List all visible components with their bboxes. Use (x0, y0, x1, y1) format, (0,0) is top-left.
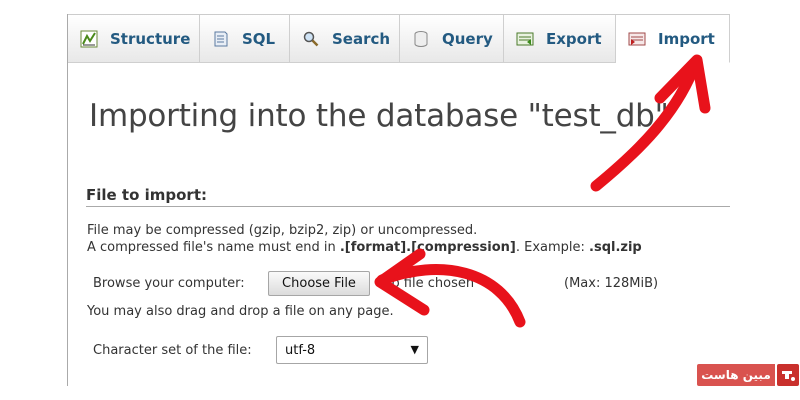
filename-note-mid: . Example: (515, 240, 590, 255)
tab-structure[interactable]: Structure (68, 15, 200, 63)
filename-note: A compressed file's name must end in .[f… (87, 240, 642, 255)
charset-select[interactable]: utf-8 ▼ (276, 336, 428, 364)
max-upload-size: (Max: 128MiB) (564, 276, 659, 291)
tab-export-label: Export (546, 29, 602, 48)
tab-query-label: Query (442, 29, 493, 48)
filename-note-prefix: A compressed file's name must end in (87, 240, 340, 255)
tab-bar: Structure SQL Search Query Export Import (68, 14, 730, 63)
watermark-text: مبین هاست (697, 364, 775, 386)
browse-label: Browse your computer: (93, 276, 245, 291)
tab-search[interactable]: Search (290, 15, 400, 63)
export-icon (516, 30, 534, 48)
choose-file-button[interactable]: Choose File (268, 271, 370, 296)
section-divider (86, 206, 730, 207)
search-icon (302, 30, 320, 48)
section-title: File to import: (86, 186, 208, 204)
watermark-logo-icon (777, 364, 799, 386)
filename-format-pattern: .[format].[compression] (339, 240, 516, 255)
sql-icon (212, 30, 230, 48)
tab-import[interactable]: Import (616, 15, 730, 63)
chevron-down-icon: ▼ (410, 343, 419, 356)
no-file-chosen-text: No file chosen (382, 276, 475, 291)
page-title: Importing into the database "test_db" (89, 98, 669, 134)
tab-search-label: Search (332, 29, 391, 48)
filename-example: .sql.zip (589, 240, 642, 255)
structure-icon (80, 30, 98, 48)
import-icon (628, 30, 646, 48)
query-icon (412, 30, 430, 48)
watermark: مبین هاست (697, 364, 800, 386)
tab-import-label: Import (658, 29, 715, 48)
tab-structure-label: Structure (110, 29, 191, 48)
charset-select-value: utf-8 (285, 343, 316, 358)
drag-drop-note: You may also drag and drop a file on any… (87, 304, 394, 319)
compression-note: File may be compressed (gzip, bzip2, zip… (87, 223, 478, 238)
panel-border (67, 14, 68, 386)
charset-label: Character set of the file: (93, 343, 252, 358)
tab-sql-label: SQL (242, 29, 276, 48)
tab-query[interactable]: Query (400, 15, 504, 63)
tab-export[interactable]: Export (504, 15, 616, 63)
tab-sql[interactable]: SQL (200, 15, 290, 63)
